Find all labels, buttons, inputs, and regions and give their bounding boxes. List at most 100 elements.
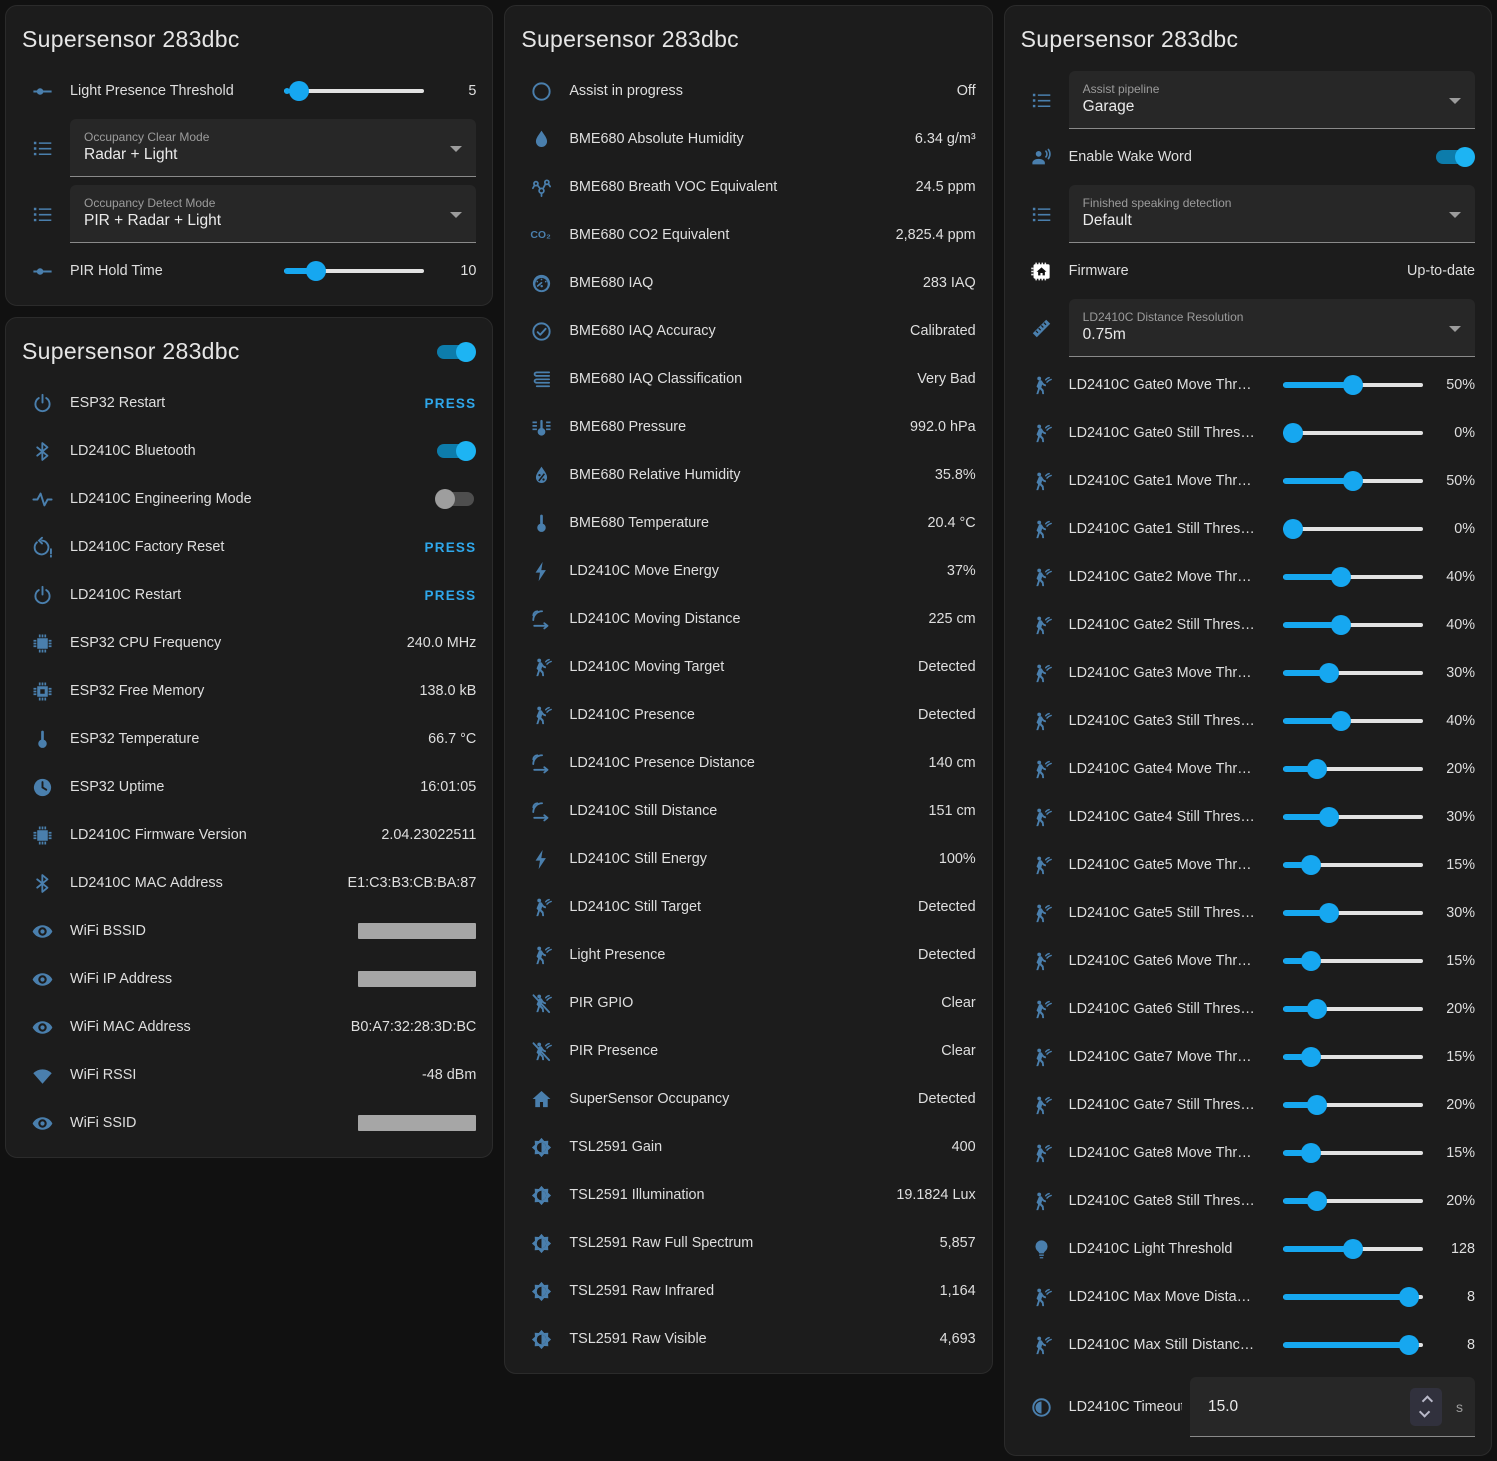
- slider[interactable]: [284, 261, 424, 281]
- entity-row[interactable]: ESP32 CPU Frequency240.0 MHz: [6, 619, 492, 667]
- entity-row[interactable]: WiFi IP Address: [6, 955, 492, 1003]
- slider-thumb[interactable]: [1301, 1047, 1321, 1067]
- slider-thumb[interactable]: [306, 261, 326, 281]
- slider-thumb[interactable]: [1343, 1239, 1363, 1259]
- toggle-switch[interactable]: [435, 489, 476, 509]
- press-button[interactable]: PRESS: [417, 582, 477, 609]
- entity-row[interactable]: TSL2591 Raw Full Spectrum5,857: [505, 1219, 991, 1267]
- slider[interactable]: [1283, 423, 1423, 443]
- entity-row[interactable]: ESP32 Free Memory138.0 kB: [6, 667, 492, 715]
- slider-thumb[interactable]: [1283, 519, 1303, 539]
- slider-thumb[interactable]: [1399, 1287, 1419, 1307]
- slider[interactable]: [1283, 1239, 1423, 1259]
- entity-row[interactable]: LD2410C Firmware Version2.04.23022511: [6, 811, 492, 859]
- slider-thumb[interactable]: [1319, 903, 1339, 923]
- entity-row[interactable]: ESP32 Temperature66.7 °C: [6, 715, 492, 763]
- entity-row[interactable]: TSL2591 Illumination19.1824 Lux: [505, 1171, 991, 1219]
- entity-row[interactable]: WiFi MAC AddressB0:A7:32:28:3D:BC: [6, 1003, 492, 1051]
- card-header-toggle[interactable]: [435, 342, 476, 362]
- slider[interactable]: [1283, 663, 1423, 683]
- entity-row[interactable]: WiFi BSSID: [6, 907, 492, 955]
- entity-row[interactable]: LD2410C Presence Distance140 cm: [505, 739, 991, 787]
- entity-row[interactable]: FirmwareUp-to-date: [1005, 247, 1491, 295]
- toggle-switch[interactable]: [435, 441, 476, 461]
- entity-row[interactable]: LD2410C Still TargetDetected: [505, 883, 991, 931]
- entity-row[interactable]: SuperSensor OccupancyDetected: [505, 1075, 991, 1123]
- press-button[interactable]: PRESS: [417, 390, 477, 417]
- toggle-switch[interactable]: [1434, 147, 1475, 167]
- slider-thumb[interactable]: [1307, 1191, 1327, 1211]
- slider-thumb[interactable]: [1399, 1335, 1419, 1355]
- slider-thumb[interactable]: [1319, 807, 1339, 827]
- entity-row[interactable]: BME680 Absolute Humidity6.34 g/m³: [505, 115, 991, 163]
- select-field[interactable]: Assist pipelineGarage: [1069, 71, 1475, 129]
- entity-row[interactable]: Assist in progressOff: [505, 67, 991, 115]
- entity-row[interactable]: WiFi SSID: [6, 1099, 492, 1147]
- entity-row[interactable]: PIR PresenceClear: [505, 1027, 991, 1075]
- slider-thumb[interactable]: [1307, 759, 1327, 779]
- slider[interactable]: [1283, 1047, 1423, 1067]
- entity-row[interactable]: TSL2591 Gain400: [505, 1123, 991, 1171]
- slider-thumb[interactable]: [1331, 711, 1351, 731]
- entity-row[interactable]: TSL2591 Raw Infrared1,164: [505, 1267, 991, 1315]
- slider[interactable]: [1283, 1143, 1423, 1163]
- number-input[interactable]: [1206, 1397, 1410, 1417]
- press-button[interactable]: PRESS: [417, 534, 477, 561]
- slider[interactable]: [1283, 1095, 1423, 1115]
- slider-thumb[interactable]: [1343, 375, 1363, 395]
- select-field[interactable]: LD2410C Distance Resolution0.75m: [1069, 299, 1475, 357]
- entity-row[interactable]: BME680 Breath VOC Equivalent24.5 ppm: [505, 163, 991, 211]
- entity-row[interactable]: BME680 IAQ AccuracyCalibrated: [505, 307, 991, 355]
- slider[interactable]: [1283, 471, 1423, 491]
- slider[interactable]: [1283, 999, 1423, 1019]
- number-stepper[interactable]: [1410, 1388, 1442, 1426]
- slider-thumb[interactable]: [1319, 663, 1339, 683]
- slider[interactable]: [1283, 375, 1423, 395]
- entity-row[interactable]: BME680 Relative Humidity35.8%: [505, 451, 991, 499]
- select-field[interactable]: Occupancy Detect ModePIR + Radar + Light: [70, 185, 476, 243]
- slider[interactable]: [1283, 807, 1423, 827]
- entity-row[interactable]: BME680 Temperature20.4 °C: [505, 499, 991, 547]
- slider[interactable]: [1283, 567, 1423, 587]
- slider-thumb[interactable]: [1307, 1095, 1327, 1115]
- slider[interactable]: [1283, 855, 1423, 875]
- entity-row[interactable]: LD2410C Moving Distance225 cm: [505, 595, 991, 643]
- stepper-up-icon[interactable]: [1422, 1395, 1433, 1406]
- entity-row[interactable]: LD2410C Still Energy100%: [505, 835, 991, 883]
- slider[interactable]: [1283, 615, 1423, 635]
- slider-thumb[interactable]: [1283, 423, 1303, 443]
- slider[interactable]: [1283, 759, 1423, 779]
- slider-thumb[interactable]: [1331, 567, 1351, 587]
- slider[interactable]: [1283, 1287, 1423, 1307]
- select-field[interactable]: Occupancy Clear ModeRadar + Light: [70, 119, 476, 177]
- entity-row[interactable]: LD2410C Move Energy37%: [505, 547, 991, 595]
- entity-row[interactable]: LD2410C Moving TargetDetected: [505, 643, 991, 691]
- slider[interactable]: [1283, 951, 1423, 971]
- slider-thumb[interactable]: [289, 81, 309, 101]
- entity-row[interactable]: TSL2591 Raw Visible4,693: [505, 1315, 991, 1363]
- entity-row[interactable]: BME680 Pressure992.0 hPa: [505, 403, 991, 451]
- entity-row[interactable]: PIR GPIOClear: [505, 979, 991, 1027]
- entity-row[interactable]: BME680 IAQ283 IAQ: [505, 259, 991, 307]
- slider[interactable]: [284, 81, 424, 101]
- slider-thumb[interactable]: [1307, 999, 1327, 1019]
- slider[interactable]: [1283, 903, 1423, 923]
- slider-thumb[interactable]: [1301, 1143, 1321, 1163]
- entity-row[interactable]: LD2410C PresenceDetected: [505, 691, 991, 739]
- entity-row[interactable]: LD2410C Still Distance151 cm: [505, 787, 991, 835]
- slider-thumb[interactable]: [1343, 471, 1363, 491]
- slider-thumb[interactable]: [1331, 615, 1351, 635]
- select-field[interactable]: Finished speaking detectionDefault: [1069, 185, 1475, 243]
- entity-row[interactable]: ESP32 Uptime16:01:05: [6, 763, 492, 811]
- entity-row[interactable]: WiFi RSSI-48 dBm: [6, 1051, 492, 1099]
- stepper-down-icon[interactable]: [1419, 1406, 1430, 1417]
- entity-row[interactable]: Light PresenceDetected: [505, 931, 991, 979]
- slider[interactable]: [1283, 1191, 1423, 1211]
- slider-thumb[interactable]: [1301, 855, 1321, 875]
- entity-row[interactable]: CO₂BME680 CO2 Equivalent2,825.4 ppm: [505, 211, 991, 259]
- entity-row[interactable]: LD2410C MAC AddressE1:C3:B3:CB:BA:87: [6, 859, 492, 907]
- slider-thumb[interactable]: [1301, 951, 1321, 971]
- entity-row[interactable]: BME680 IAQ ClassificationVery Bad: [505, 355, 991, 403]
- slider[interactable]: [1283, 1335, 1423, 1355]
- slider[interactable]: [1283, 519, 1423, 539]
